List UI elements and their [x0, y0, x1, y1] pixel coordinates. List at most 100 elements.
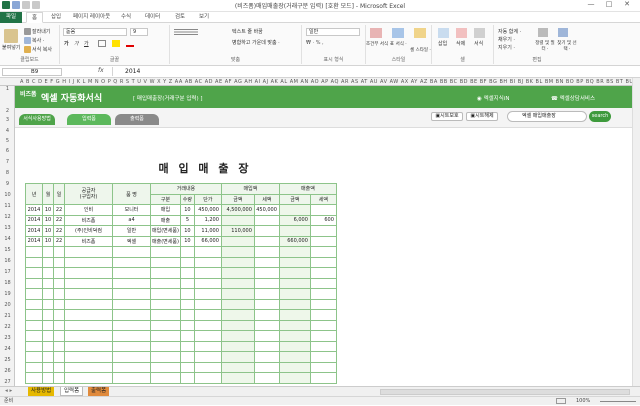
table-cell[interactable] [53, 277, 65, 289]
table-cell[interactable]: 660,000 [278, 235, 311, 247]
table-cell[interactable] [25, 298, 43, 310]
table-cell[interactable] [64, 351, 113, 363]
table-cell[interactable]: 66,000 [193, 235, 222, 247]
fill-button[interactable]: 채우기 · [498, 36, 515, 43]
sheet-nav-arrows[interactable]: ◂ ▸ [2, 387, 15, 396]
bold-button[interactable]: 가 [64, 40, 69, 47]
table-cell[interactable] [64, 319, 113, 331]
row-number[interactable]: 6 [0, 148, 15, 154]
table-cell[interactable] [25, 277, 43, 289]
delete-cells-button[interactable]: 삭제 [456, 40, 465, 47]
table-cell[interactable] [309, 340, 337, 352]
normal-view-icon[interactable] [556, 398, 566, 404]
autosum-button[interactable]: 자동 합계 · [498, 28, 521, 35]
table-cell[interactable] [278, 340, 311, 352]
table-cell[interactable] [150, 267, 181, 279]
table-cell[interactable] [278, 225, 311, 237]
table-cell[interactable] [220, 361, 255, 373]
table-cell[interactable] [25, 361, 43, 373]
wrap-text-button[interactable]: 텍스트 줄 바꿈 [232, 28, 263, 35]
sort-filter-icon[interactable] [538, 28, 548, 37]
cell-style-button[interactable]: 셀 스타일 · [410, 47, 431, 53]
font-name-select[interactable]: 돋움 [63, 28, 127, 36]
table-cell[interactable] [309, 309, 337, 321]
row-headers[interactable]: 1 2 3 4 5 6 7 8 9 10 11 12 13 14 15 16 17 18 19 20 21 22 23 24 2… [0, 86, 15, 386]
table-cell[interactable] [253, 340, 280, 352]
table-cell[interactable] [112, 351, 151, 363]
table-cell[interactable]: 10 [179, 235, 195, 247]
table-cell[interactable]: 1,200 [193, 214, 222, 226]
tab-file[interactable]: 파일 [0, 12, 22, 23]
row-number[interactable]: 27 [0, 379, 15, 385]
table-cell[interactable] [64, 267, 113, 279]
table-cell[interactable] [53, 340, 65, 352]
table-cell[interactable] [253, 351, 280, 363]
table-cell[interactable] [278, 309, 311, 321]
table-cell[interactable] [193, 340, 222, 352]
table-cell[interactable]: 10 [42, 204, 54, 216]
table-cell[interactable] [309, 225, 337, 237]
table-cell[interactable]: 450,000 [193, 204, 222, 216]
table-cell[interactable] [25, 288, 43, 300]
table-cell[interactable]: 매출(면세품) [150, 235, 181, 247]
row-number[interactable]: 20 [0, 302, 15, 308]
tab-home[interactable]: 홈 [26, 12, 44, 23]
table-cell[interactable] [253, 246, 280, 258]
table-cell[interactable] [278, 372, 311, 384]
format-cells-icon[interactable] [474, 28, 485, 38]
merge-center-button[interactable]: 병합하고 가운데 맞춤 · [232, 39, 280, 46]
table-cell[interactable]: 450,000 [253, 204, 280, 216]
table-cell[interactable]: 10 [42, 225, 54, 237]
table-cell[interactable] [309, 372, 337, 384]
table-cell[interactable] [179, 351, 195, 363]
delete-cells-icon[interactable] [456, 28, 467, 38]
table-cell[interactable] [53, 267, 65, 279]
table-cell[interactable] [278, 288, 311, 300]
table-cell[interactable]: 22 [53, 225, 65, 237]
table-cell[interactable]: 10 [179, 204, 195, 216]
insert-cells-icon[interactable] [438, 28, 449, 38]
table-cell[interactable]: a4 [112, 214, 151, 226]
table-cell[interactable] [150, 309, 181, 321]
table-cell[interactable] [42, 340, 54, 352]
table-cell[interactable] [179, 256, 195, 268]
table-cell[interactable] [253, 319, 280, 331]
table-cell[interactable] [53, 298, 65, 310]
table-cell[interactable] [150, 351, 181, 363]
table-cell[interactable]: 모니터 [112, 204, 151, 216]
row-number[interactable]: 3 [0, 117, 15, 123]
table-cell[interactable] [25, 267, 43, 279]
table-cell[interactable] [64, 256, 113, 268]
tab-formulas[interactable]: 수식 [116, 12, 136, 23]
row-number[interactable]: 4 [0, 128, 15, 134]
table-cell[interactable] [179, 288, 195, 300]
table-cell[interactable] [25, 256, 43, 268]
table-cell[interactable]: 22 [53, 204, 65, 216]
row-number[interactable]: 16 [0, 258, 15, 264]
sheet-unprotect-button[interactable]: ▣시트해제 [466, 112, 498, 121]
row-number[interactable]: 11 [0, 203, 15, 209]
table-format-icon[interactable] [392, 28, 404, 38]
table-cell[interactable] [193, 256, 222, 268]
table-cell[interactable]: 매입(면세품) [150, 225, 181, 237]
row-number[interactable]: 5 [0, 138, 15, 144]
row-number[interactable]: 10 [0, 192, 15, 198]
table-cell[interactable] [112, 267, 151, 279]
table-cell[interactable] [112, 309, 151, 321]
sheet-tab-input[interactable]: 입력폼 [60, 387, 84, 396]
table-cell[interactable] [193, 330, 222, 342]
tab-insert[interactable]: 삽입 [46, 12, 66, 23]
table-cell[interactable] [193, 277, 222, 289]
table-cell[interactable] [42, 256, 54, 268]
row-number[interactable]: 14 [0, 236, 15, 242]
table-cell[interactable] [179, 330, 195, 342]
table-cell[interactable] [64, 277, 113, 289]
table-cell[interactable] [53, 288, 65, 300]
row-number[interactable]: 8 [0, 170, 15, 176]
table-cell[interactable] [179, 340, 195, 352]
table-cell[interactable]: 2014 [25, 204, 43, 216]
tab-data[interactable]: 데이터 [140, 12, 165, 23]
table-cell[interactable] [42, 351, 54, 363]
table-cell[interactable] [278, 298, 311, 310]
table-cell[interactable]: 10 [42, 214, 54, 226]
